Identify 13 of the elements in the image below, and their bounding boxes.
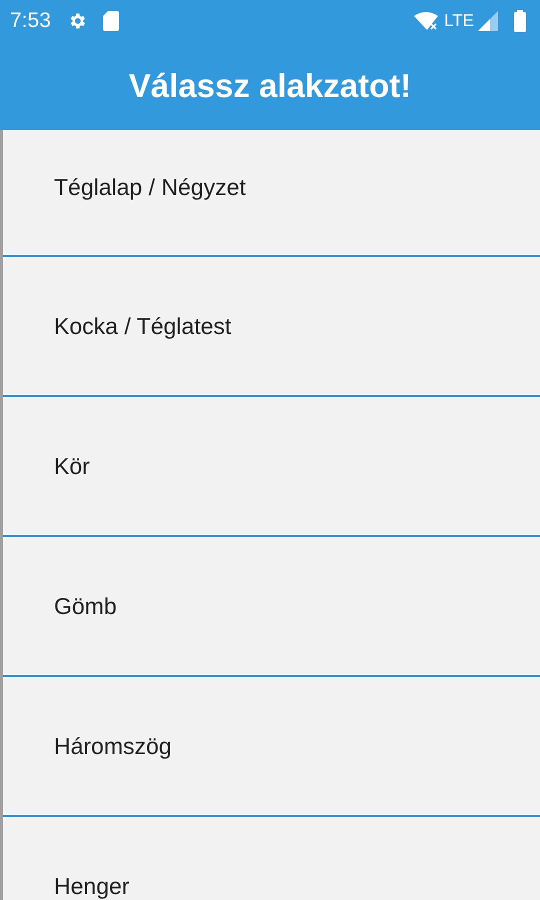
list-item[interactable]: Téglalap / Négyzet bbox=[3, 130, 540, 257]
clock: 7:53 bbox=[10, 9, 51, 33]
network-label: LTE bbox=[444, 11, 474, 31]
wifi-icon bbox=[414, 11, 440, 31]
sd-card-icon bbox=[102, 11, 119, 31]
list-item[interactable]: Kör bbox=[3, 397, 540, 537]
app-title: Válassz alakzatot! bbox=[128, 67, 412, 105]
list-item[interactable]: Kocka / Téglatest bbox=[3, 257, 540, 397]
list-item[interactable]: Háromszög bbox=[3, 677, 540, 817]
battery-icon bbox=[514, 10, 526, 32]
list-item[interactable]: Gömb bbox=[3, 537, 540, 677]
list-item[interactable]: Henger bbox=[3, 817, 540, 900]
signal-icon bbox=[478, 11, 498, 31]
